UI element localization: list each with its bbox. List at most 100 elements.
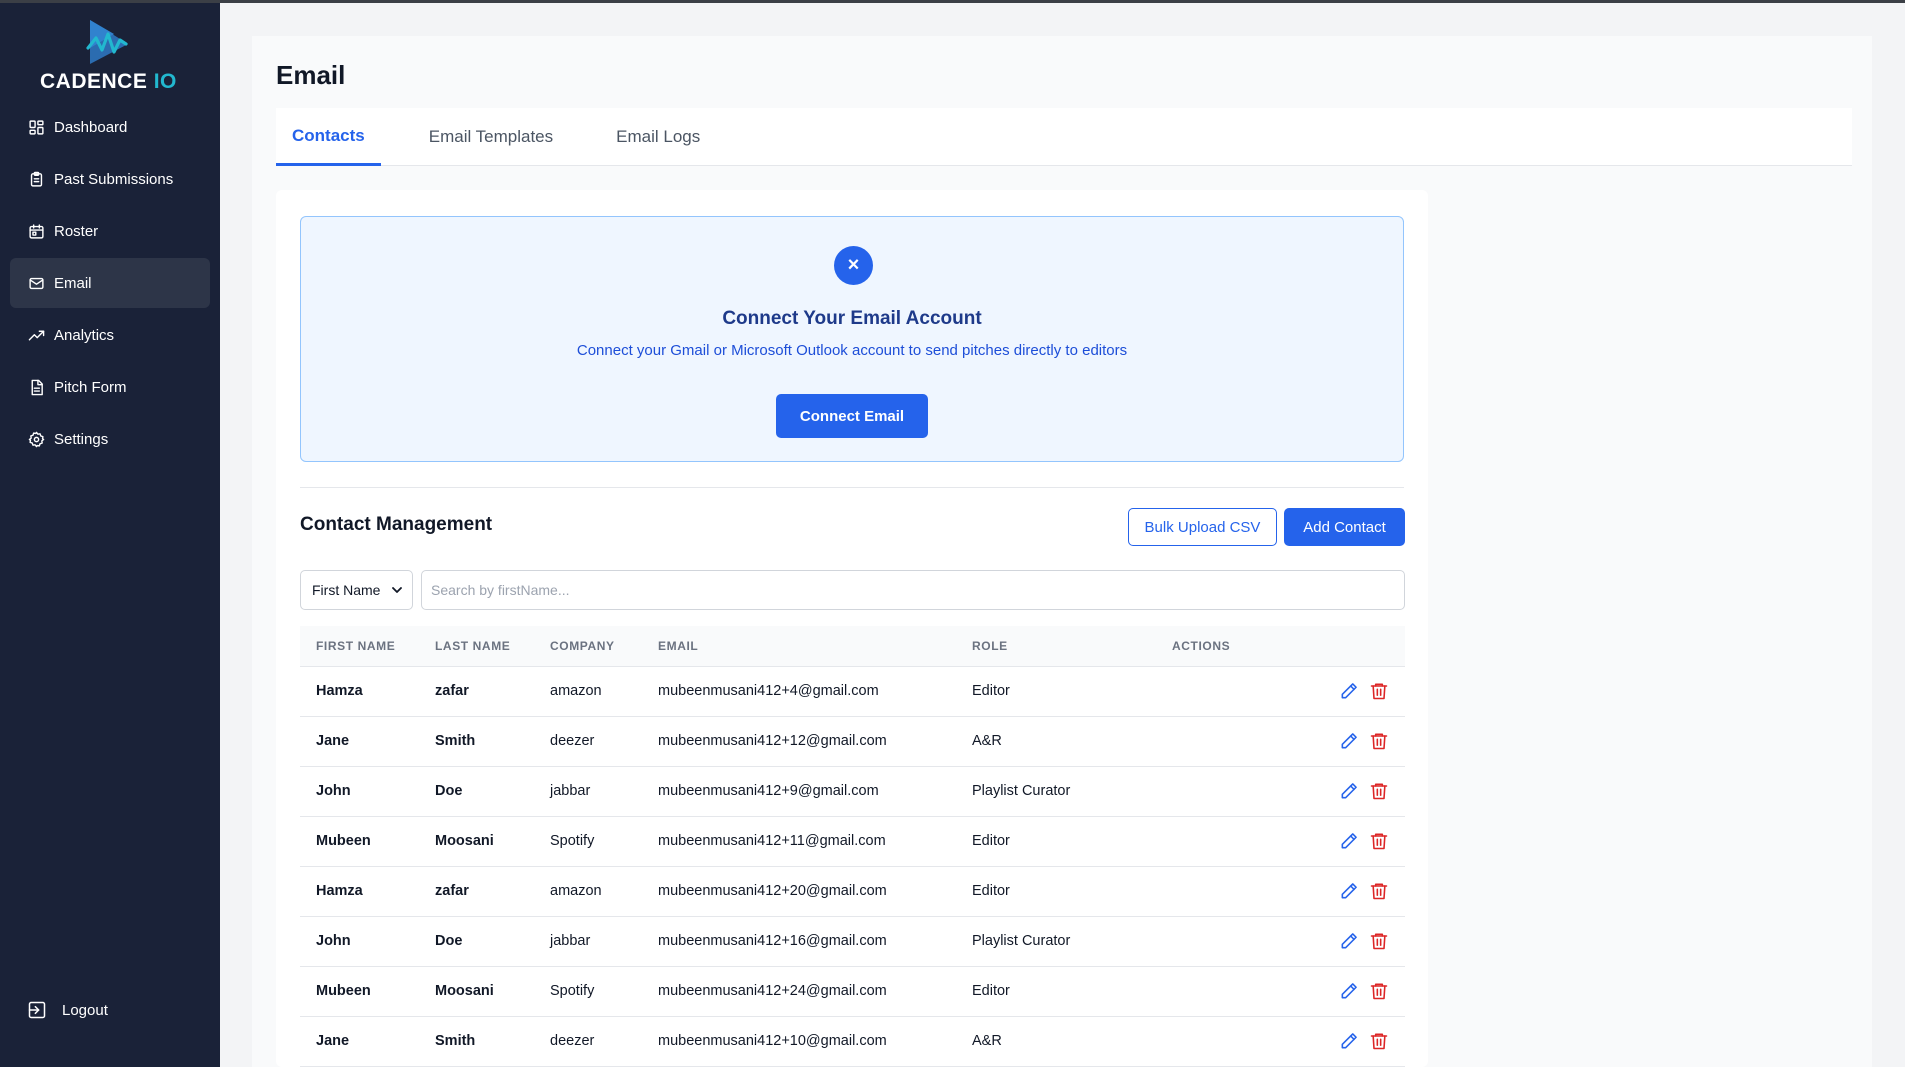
- cell-first-name: Hamza: [300, 866, 419, 917]
- page-title: Email: [276, 60, 346, 90]
- clipboard-icon: [27, 170, 45, 188]
- document-icon: [27, 378, 45, 396]
- cell-first-name: John: [300, 916, 419, 967]
- connect-email-title: Connect Your Email Account: [722, 308, 982, 329]
- sidebar-item-label: Dashboard: [54, 118, 128, 136]
- cell-email: mubeenmusani412+9@gmail.com: [642, 766, 956, 817]
- delete-icon[interactable]: [1369, 681, 1389, 701]
- delete-icon[interactable]: [1369, 731, 1389, 751]
- edit-icon[interactable]: [1339, 831, 1359, 851]
- contact-management-title: Contact Management: [300, 514, 493, 535]
- connect-email-button[interactable]: Connect Email: [776, 394, 928, 438]
- edit-icon[interactable]: [1339, 781, 1359, 801]
- sidebar-item-label: Pitch Form: [54, 378, 127, 396]
- cell-actions: [1156, 916, 1405, 967]
- sidebar-item-dashboard[interactable]: Dashboard: [10, 102, 210, 152]
- section-divider: [300, 487, 1404, 488]
- dashboard-icon: [27, 118, 45, 136]
- cell-email: mubeenmusani412+12@gmail.com: [642, 716, 956, 767]
- cell-last-name: Moosani: [419, 966, 534, 1017]
- sidebar-item-analytics[interactable]: Analytics: [10, 310, 210, 360]
- cell-actions: [1156, 1016, 1405, 1067]
- sidebar: CADENCE IO Dashboard Past Submissions Ro…: [0, 0, 220, 1067]
- cell-email: mubeenmusani412+4@gmail.com: [642, 666, 956, 717]
- cell-last-name: zafar: [419, 866, 534, 917]
- edit-icon[interactable]: [1339, 681, 1359, 701]
- add-contact-button[interactable]: Add Contact: [1284, 508, 1405, 546]
- cell-first-name: Jane: [300, 1016, 419, 1067]
- logout-button[interactable]: Logout: [27, 1000, 108, 1020]
- table-row: John Doe jabbar mubeenmusani412+16@gmail.co…: [300, 916, 1405, 967]
- column-header-last-name[interactable]: LAST NAME: [419, 626, 534, 667]
- cell-company: jabbar: [534, 766, 642, 817]
- sidebar-item-label: Past Submissions: [54, 170, 174, 188]
- brand-logo[interactable]: CADENCE IO: [40, 18, 180, 98]
- cell-last-name: zafar: [419, 666, 534, 717]
- search-input[interactable]: [421, 570, 1405, 610]
- cell-company: Spotify: [534, 966, 642, 1017]
- sidebar-item-email[interactable]: Email: [10, 258, 210, 308]
- chevron-down-icon: [392, 587, 402, 593]
- edit-icon[interactable]: [1339, 931, 1359, 951]
- cell-role: A&R: [956, 1016, 1156, 1067]
- cell-company: amazon: [534, 666, 642, 717]
- table-row: Jane Smith deezer mubeenmusani412+12@gmail.…: [300, 716, 1405, 767]
- sidebar-item-past-submissions[interactable]: Past Submissions: [10, 154, 210, 204]
- cell-last-name: Moosani: [419, 816, 534, 867]
- delete-icon[interactable]: [1369, 881, 1389, 901]
- brand-name-main: CADENCE: [40, 70, 148, 93]
- sidebar-item-settings[interactable]: Settings: [10, 414, 210, 464]
- sidebar-item-label: Analytics: [54, 326, 115, 344]
- cell-email: mubeenmusani412+20@gmail.com: [642, 866, 956, 917]
- cell-actions: [1156, 766, 1405, 817]
- delete-icon[interactable]: [1369, 831, 1389, 851]
- column-header-first-name[interactable]: FIRST NAME: [300, 626, 419, 667]
- sidebar-item-roster[interactable]: Roster: [10, 206, 210, 256]
- contacts-table: FIRST NAME LAST NAME COMPANY EMAIL ROLE …: [300, 626, 1405, 1067]
- delete-icon[interactable]: [1369, 931, 1389, 951]
- table-header-row: FIRST NAME LAST NAME COMPANY EMAIL ROLE …: [300, 626, 1405, 667]
- cell-email: mubeenmusani412+16@gmail.com: [642, 916, 956, 967]
- tab-bar: Contacts Email Templates Email Logs: [276, 108, 1852, 166]
- cell-role: Editor: [956, 816, 1156, 867]
- close-icon: ×: [834, 246, 873, 285]
- edit-icon[interactable]: [1339, 731, 1359, 751]
- column-header-email[interactable]: EMAIL: [642, 626, 956, 667]
- main-panel: Email Contacts Email Templates Email Log…: [252, 36, 1872, 1067]
- cell-company: Spotify: [534, 816, 642, 867]
- calendar-icon: [27, 222, 45, 240]
- mail-icon: [27, 274, 45, 292]
- tab-email-logs[interactable]: Email Logs: [616, 108, 700, 166]
- delete-icon[interactable]: [1369, 1031, 1389, 1051]
- column-header-role[interactable]: ROLE: [956, 626, 1156, 667]
- contacts-panel: × Connect Your Email Account Connect you…: [276, 190, 1428, 1067]
- search-field-select[interactable]: First Name: [300, 570, 413, 610]
- cell-email: mubeenmusani412+24@gmail.com: [642, 966, 956, 1017]
- tab-contacts[interactable]: Contacts: [276, 108, 381, 166]
- cadence-logo-icon: [86, 20, 128, 64]
- column-header-actions: ACTIONS: [1156, 626, 1405, 667]
- table-row: Hamza zafar amazon mubeenmusani412+20@gmail…: [300, 866, 1405, 917]
- table-row: Mubeen Moosani Spotify mubeenmusani412+11@g…: [300, 816, 1405, 867]
- bulk-upload-csv-button[interactable]: Bulk Upload CSV: [1128, 508, 1277, 546]
- cell-company: amazon: [534, 866, 642, 917]
- cell-actions: [1156, 966, 1405, 1017]
- sidebar-item-pitch-form[interactable]: Pitch Form: [10, 362, 210, 412]
- edit-icon[interactable]: [1339, 881, 1359, 901]
- sidebar-item-label: Roster: [54, 222, 99, 240]
- cell-email: mubeenmusani412+10@gmail.com: [642, 1016, 956, 1067]
- cell-last-name: Smith: [419, 716, 534, 767]
- column-header-company[interactable]: COMPANY: [534, 626, 642, 667]
- delete-icon[interactable]: [1369, 781, 1389, 801]
- connect-email-description: Connect your Gmail or Microsoft Outlook …: [576, 342, 1128, 359]
- cell-first-name: Mubeen: [300, 966, 419, 1017]
- cell-company: deezer: [534, 716, 642, 767]
- delete-icon[interactable]: [1369, 981, 1389, 1001]
- tab-email-templates[interactable]: Email Templates: [429, 108, 553, 166]
- gear-icon: [27, 430, 45, 448]
- edit-icon[interactable]: [1339, 1031, 1359, 1051]
- cell-last-name: Smith: [419, 1016, 534, 1067]
- connect-email-banner: × Connect Your Email Account Connect you…: [300, 216, 1404, 462]
- cell-first-name: Jane: [300, 716, 419, 767]
- edit-icon[interactable]: [1339, 981, 1359, 1001]
